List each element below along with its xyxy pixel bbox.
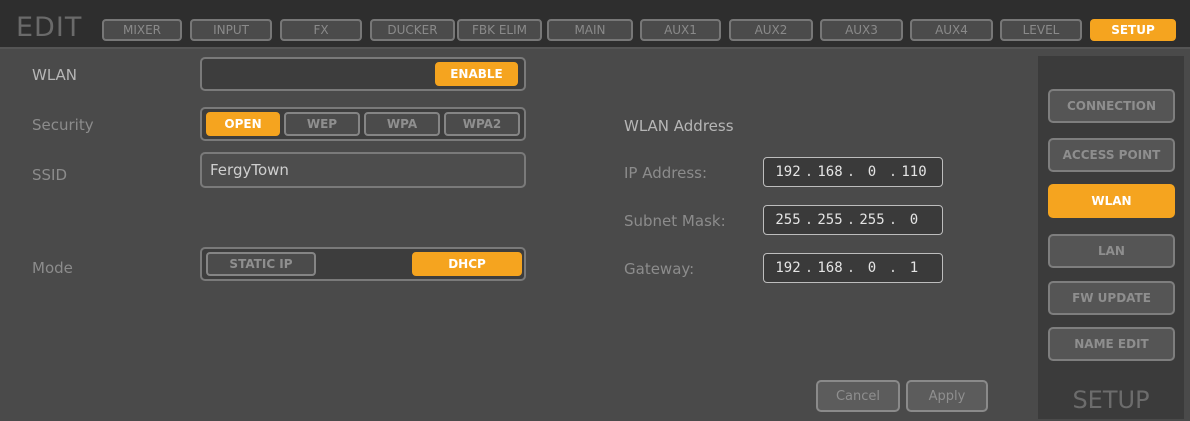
gateway-label: Gateway: (624, 260, 695, 278)
security-label: Security (32, 116, 94, 134)
octet-dot: . (846, 260, 856, 276)
octet-dot: . (888, 164, 898, 180)
octet-dot: . (804, 212, 814, 228)
sidebar-item-wlan[interactable]: WLAN (1048, 184, 1175, 218)
ip-address-field[interactable]: 192. 168. 0. 110 (763, 157, 943, 187)
octet-dot: . (804, 260, 814, 276)
octet-dot: . (888, 212, 898, 228)
tab-aux3[interactable]: AUX3 (820, 19, 903, 41)
security-option-wpa[interactable]: WPA (364, 112, 440, 136)
tab-main[interactable]: MAIN (547, 19, 633, 41)
ssid-input[interactable]: FergyTown (200, 152, 526, 188)
sidebar-item-name-edit[interactable]: NAME EDIT (1048, 327, 1175, 361)
mode-option-dhcp[interactable]: DHCP (412, 252, 522, 276)
wlan-settings-panel: WLAN ENABLE Security OPEN WEP WPA WPA2 S… (7, 49, 1035, 419)
tab-input[interactable]: INPUT (190, 19, 272, 41)
mode-option-static-ip[interactable]: STATIC IP (206, 252, 316, 276)
tab-fbk-elim[interactable]: FBK ELIM (457, 19, 542, 41)
gateway-octet-3[interactable]: 0 (856, 260, 888, 276)
mode-selector: STATIC IP DHCP (200, 247, 526, 281)
tab-level[interactable]: LEVEL (1000, 19, 1082, 41)
security-selector: OPEN WEP WPA WPA2 (200, 107, 526, 141)
security-option-wpa2[interactable]: WPA2 (444, 112, 520, 136)
subnet-octet-1[interactable]: 255 (772, 212, 804, 228)
apply-button[interactable]: Apply (906, 380, 988, 412)
sidebar-item-lan[interactable]: LAN (1048, 234, 1175, 268)
tab-setup[interactable]: SETUP (1090, 19, 1176, 41)
octet-dot: . (888, 260, 898, 276)
security-option-wep[interactable]: WEP (284, 112, 360, 136)
octet-dot: . (846, 212, 856, 228)
subnet-octet-2[interactable]: 255 (814, 212, 846, 228)
sidebar-item-connection[interactable]: CONNECTION (1048, 89, 1175, 123)
subnet-octet-4[interactable]: 0 (898, 212, 930, 228)
tab-aux4[interactable]: AUX4 (910, 19, 993, 41)
ip-address-label: IP Address: (624, 164, 708, 182)
wlan-address-title: WLAN Address (624, 117, 734, 135)
cancel-button[interactable]: Cancel (816, 380, 900, 412)
sidebar-title: SETUP (1072, 386, 1150, 414)
subnet-mask-label: Subnet Mask: (624, 212, 726, 230)
ip-octet-4[interactable]: 110 (898, 164, 930, 180)
gateway-octet-2[interactable]: 168 (814, 260, 846, 276)
subnet-mask-field[interactable]: 255. 255. 255. 0 (763, 205, 943, 235)
security-option-open[interactable]: OPEN (206, 112, 280, 136)
tab-fx[interactable]: FX (280, 19, 362, 41)
octet-dot: . (804, 164, 814, 180)
sidebar-item-access-point[interactable]: ACCESS POINT (1048, 138, 1175, 172)
gateway-octet-4[interactable]: 1 (898, 260, 930, 276)
tab-mixer[interactable]: MIXER (102, 19, 182, 41)
tab-aux1[interactable]: AUX1 (640, 19, 721, 41)
tab-aux2[interactable]: AUX2 (729, 19, 813, 41)
wlan-label: WLAN (32, 66, 78, 84)
tab-ducker[interactable]: DUCKER (370, 19, 455, 41)
gateway-octet-1[interactable]: 192 (772, 260, 804, 276)
wlan-enable-group: ENABLE (200, 57, 526, 91)
ip-octet-3[interactable]: 0 (856, 164, 888, 180)
top-tab-bar: EDIT MIXER INPUT FX DUCKER FBK ELIM MAIN… (0, 0, 1190, 49)
octet-dot: . (846, 164, 856, 180)
wlan-enable-button[interactable]: ENABLE (435, 62, 518, 86)
subnet-octet-3[interactable]: 255 (856, 212, 888, 228)
ip-octet-2[interactable]: 168 (814, 164, 846, 180)
mode-label: Mode (32, 259, 73, 277)
ip-octet-1[interactable]: 192 (772, 164, 804, 180)
sidebar-item-fw-update[interactable]: FW UPDATE (1048, 281, 1175, 315)
setup-sidebar: CONNECTION ACCESS POINT WLAN LAN FW UPDA… (1038, 56, 1184, 419)
ssid-label: SSID (32, 166, 68, 184)
gateway-field[interactable]: 192. 168. 0. 1 (763, 253, 943, 283)
edit-title: EDIT (16, 12, 83, 43)
